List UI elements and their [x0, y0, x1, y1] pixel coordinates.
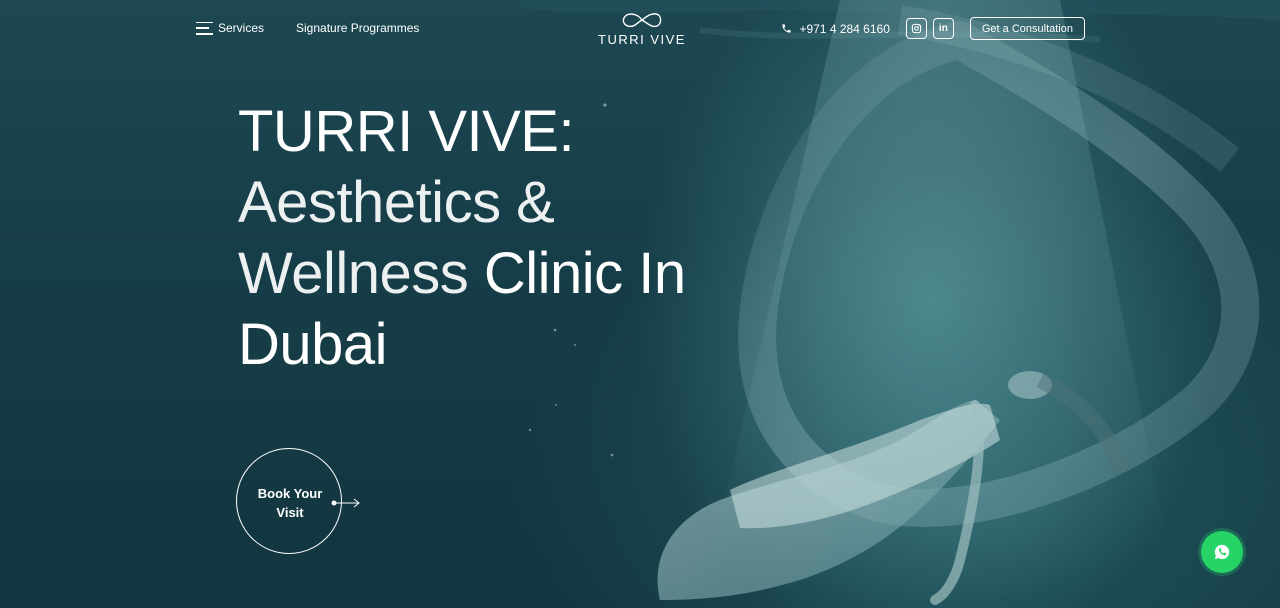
- hero-title-aesthetics: Aesthetics &: [238, 170, 555, 235]
- whatsapp-chat-button[interactable]: [1201, 531, 1243, 573]
- book-your-visit-label[interactable]: Book Your Visit: [236, 484, 344, 522]
- hero-title-line1: TURRI VIVE:: [238, 99, 575, 164]
- phone-icon: [782, 24, 792, 33]
- hero-title-clinic-in: Clinic In: [483, 241, 686, 306]
- hamburger-menu-icon[interactable]: [196, 21, 213, 35]
- hero-title-dubai: Dubai: [238, 312, 388, 377]
- book-cta-line2: Visit: [276, 505, 304, 520]
- infinity-logo-icon: [622, 13, 662, 28]
- header-nav-right: +971 4 284 6160 in Get a Consultation: [781, 17, 1085, 40]
- arrow-right-icon: [331, 498, 360, 508]
- phone-link[interactable]: +971 4 284 6160: [781, 21, 890, 36]
- header-nav-left: Services Signature Programmes: [196, 21, 419, 35]
- site-logo[interactable]: TURRI VIVE: [592, 10, 692, 47]
- hero-section: Services Signature Programmes TURRI VIVE…: [0, 0, 1280, 608]
- logo-text: TURRI VIVE: [598, 32, 686, 47]
- linkedin-button[interactable]: in: [932, 18, 954, 39]
- book-cta-line1: Book Your: [257, 486, 323, 501]
- nav-services-link[interactable]: Services: [218, 21, 264, 35]
- hero-title: TURRI VIVE: Aesthetics & Wellness Clinic I…: [238, 96, 798, 380]
- whatsapp-icon: [1214, 544, 1230, 560]
- hero-title-wellness: Wellness: [238, 241, 469, 306]
- linkedin-icon: in: [938, 23, 948, 34]
- instagram-icon: [911, 23, 922, 34]
- instagram-button[interactable]: [905, 18, 927, 39]
- nav-signature-programmes-link[interactable]: Signature Programmes: [296, 21, 419, 35]
- phone-number: +971 4 284 6160: [799, 21, 890, 36]
- get-consultation-button[interactable]: Get a Consultation: [969, 17, 1085, 40]
